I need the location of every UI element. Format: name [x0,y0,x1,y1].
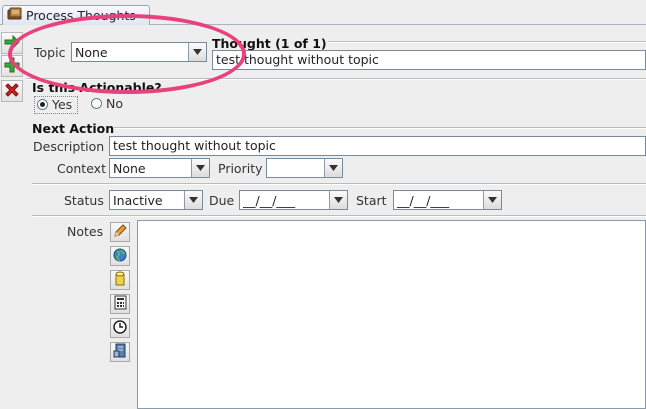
context-label: Context [57,161,106,176]
start-date-field[interactable]: __/__/___ [393,190,502,210]
context-select[interactable]: None [109,158,210,178]
status-select[interactable]: Inactive [109,190,203,210]
radio-no-indicator [91,98,102,109]
pencil-icon [113,223,127,241]
delete-icon [4,82,20,101]
chevron-down-icon[interactable] [329,191,347,209]
add-button[interactable] [1,55,23,77]
server-icon [113,343,127,361]
topic-select[interactable]: None [71,42,207,62]
due-date-field[interactable]: __/__/___ [239,190,348,210]
actionable-header: Is this Actionable? [32,80,162,95]
server-button[interactable] [110,342,130,362]
add-icon [4,57,20,76]
radio-no-label: No [106,96,123,111]
chevron-down-icon[interactable] [184,191,202,209]
process-thoughts-panel: Topic None Thought (1 of 1) test thought… [26,26,646,409]
delete-button[interactable] [1,80,23,102]
status-value: Inactive [113,192,163,208]
status-label: Status [64,193,104,208]
calculator-icon [114,295,127,313]
priority-select[interactable] [266,158,343,178]
thought-divider [328,41,646,43]
next-action-header: Next Action [32,121,115,136]
status-divider-top [32,183,646,185]
notes-textarea[interactable] [137,220,646,409]
chevron-down-icon[interactable] [191,159,209,177]
cylinder-button[interactable] [110,270,130,290]
description-field[interactable]: test thought without topic [109,136,646,156]
next-arrow-icon [4,34,20,52]
pencil-button[interactable] [110,222,130,242]
description-label: Description [33,139,105,154]
cylinder-icon [114,271,126,290]
start-label: Start [356,193,387,208]
chevron-down-icon[interactable] [483,191,501,209]
status-divider-bottom [32,215,646,217]
notebook-icon [7,7,23,24]
clock-button[interactable] [110,318,130,338]
tab-process-thoughts[interactable]: Process Thoughts [2,5,150,25]
next-action-divider [114,127,646,129]
radio-yes[interactable]: Yes [34,96,78,114]
context-value: None [113,160,146,176]
globe-icon [113,248,127,265]
radio-yes-indicator [37,99,48,110]
start-value: __/__/___ [397,192,450,208]
chevron-down-icon[interactable] [188,43,206,61]
thought-header: Thought (1 of 1) [212,36,327,51]
tab-bar: Process Thoughts [0,0,646,25]
calculator-button[interactable] [110,294,130,314]
tab-label: Process Thoughts [26,8,136,23]
left-toolbar [0,26,24,409]
thought-text-field[interactable]: test thought without topic [212,50,646,70]
topic-value: None [75,44,108,60]
radio-no[interactable]: No [89,96,129,112]
due-label: Due [209,193,235,208]
priority-label: Priority [218,161,263,176]
notes-label: Notes [67,224,104,239]
clock-icon [113,319,127,337]
due-value: __/__/___ [243,192,296,208]
topic-label: Topic [34,45,66,60]
next-button[interactable] [1,32,23,54]
globe-button[interactable] [110,246,130,266]
chevron-down-icon[interactable] [324,159,342,177]
radio-yes-label: Yes [52,97,73,112]
